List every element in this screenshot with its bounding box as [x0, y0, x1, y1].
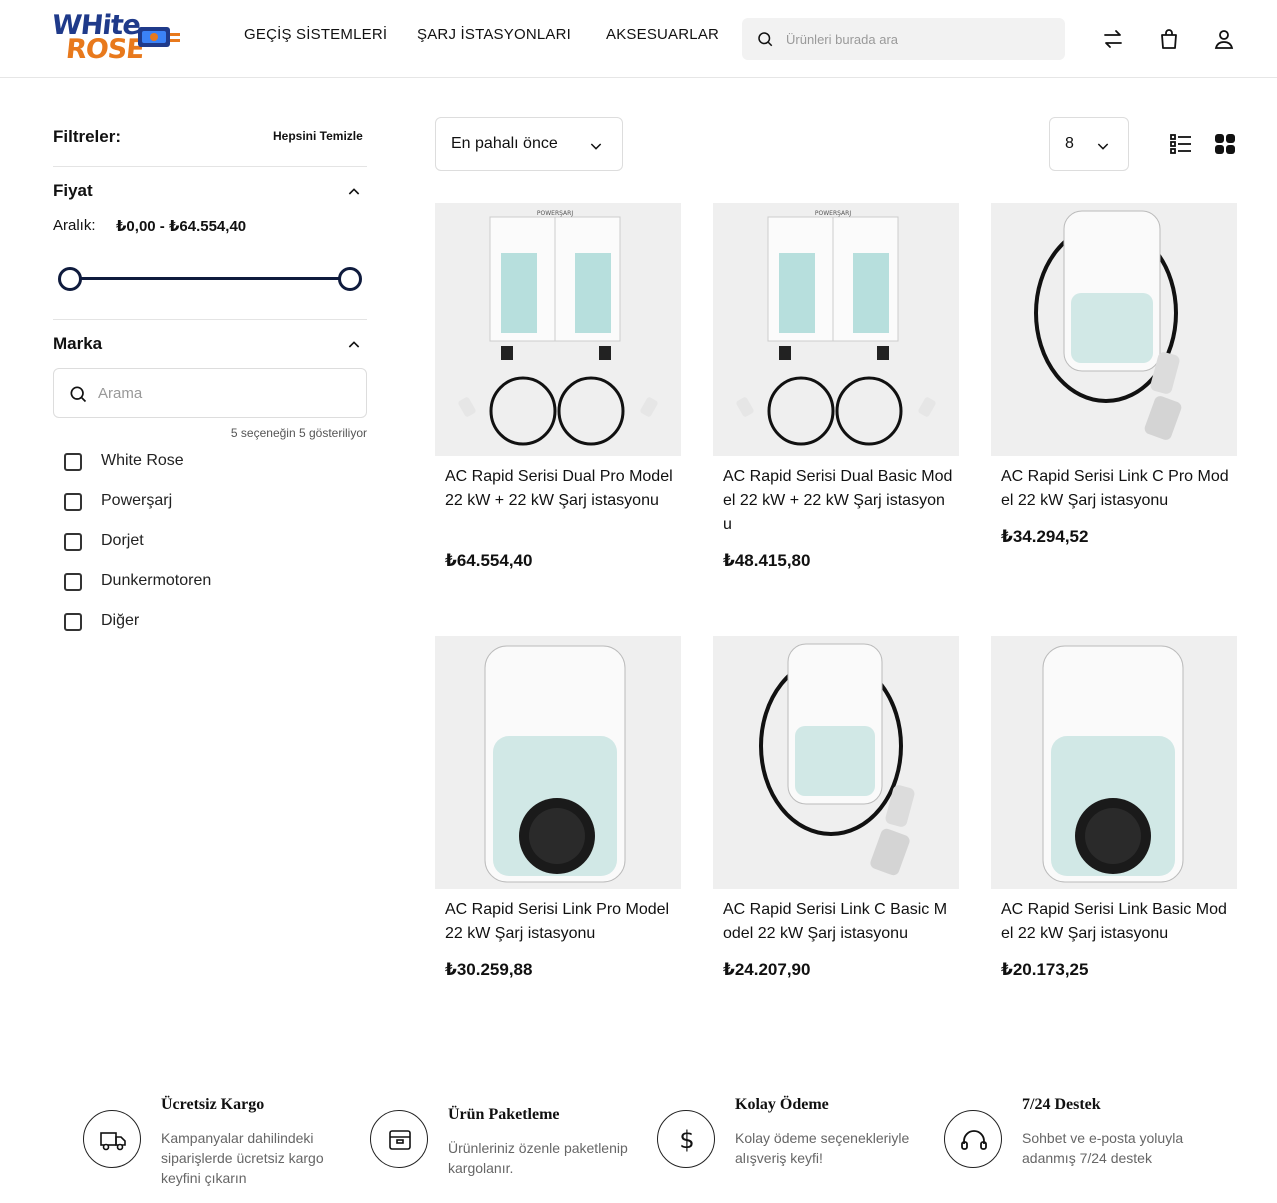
chevron-up-icon[interactable] [346, 184, 362, 200]
svg-text:POWERŞARJ: POWERŞARJ [815, 210, 851, 217]
price-slider-min-handle[interactable] [58, 267, 82, 291]
product-name[interactable]: AC Rapid Serisi Link C Pro Model 22 kW Ş… [1001, 465, 1231, 513]
product-price: ₺34.294,52 [1001, 527, 1089, 546]
feature-easy-payment: $ Kolay Ödeme Kolay ödeme seçenekleriyle… [657, 1096, 937, 1196]
feature-icon-circle [944, 1110, 1002, 1168]
checkbox[interactable] [64, 533, 82, 551]
package-icon [389, 1130, 411, 1150]
feature-free-shipping: Ücretsiz Kargo Kampanyalar dahilindeki s… [83, 1096, 363, 1196]
product-image[interactable]: POWERŞARJ [713, 203, 959, 456]
feature-support: 7/24 Destek Sohbet ve e-posta yoluyla ad… [944, 1096, 1224, 1196]
brand-options-count: 5 seçeneğin 5 gösteriliyor [230, 426, 367, 440]
svg-text:POWERŞARJ: POWERŞARJ [537, 210, 573, 217]
shopping-bag-icon[interactable] [1157, 27, 1181, 51]
product-name[interactable]: AC Rapid Serisi Dual Basic Model 22 kW +… [723, 465, 953, 537]
compare-arrows-icon[interactable] [1101, 27, 1125, 51]
feature-description: Kampanyalar dahilindeki siparişlerde ücr… [161, 1130, 324, 1186]
product-image[interactable] [991, 203, 1237, 456]
product-image[interactable]: POWERŞARJ [435, 203, 681, 456]
checkbox[interactable] [64, 453, 82, 471]
product-price: ₺24.207,90 [723, 960, 811, 979]
clear-all-link[interactable]: Hepsini Temizle [273, 129, 363, 143]
brand-filter-title: Marka [53, 334, 103, 353]
per-page-select[interactable]: 8 [1049, 117, 1129, 171]
cable-charger-image [759, 643, 915, 876]
feature-title: Ürün Paketleme [448, 1106, 560, 1123]
list-view-icon[interactable] [1169, 132, 1193, 156]
product-price: ₺20.173,25 [1001, 960, 1089, 979]
product-price: ₺48.415,80 [723, 551, 811, 570]
feature-description: Ürünleriniz özenle paketlenip kargolanır… [448, 1140, 628, 1176]
svg-text:$: $ [679, 1126, 694, 1154]
search-input[interactable] [786, 18, 1056, 60]
brand-search-input[interactable] [98, 369, 358, 417]
product-name[interactable]: AC Rapid Serisi Link Basic Model 22 kW Ş… [1001, 898, 1231, 946]
chevron-down-icon [1097, 143, 1109, 150]
checkbox[interactable] [64, 493, 82, 511]
divider [53, 166, 367, 167]
search-icon [758, 32, 773, 47]
site-header: WHite ROSE GEÇİŞ SİSTEMLERİ ŞARJ İSTASYO… [0, 0, 1277, 78]
sort-select-value: En pahalı önce [451, 135, 558, 152]
feature-title: 7/24 Destek [1022, 1096, 1101, 1113]
nav-gecis-sistemleri[interactable]: GEÇİŞ SİSTEMLERİ [244, 26, 387, 43]
product-price: ₺30.259,88 [445, 960, 533, 979]
nav-sarj-istasyonlari[interactable]: ŞARJ İSTASYONLARI [417, 26, 571, 43]
brand-logo[interactable]: WHite ROSE [50, 10, 186, 66]
brand-search [53, 368, 367, 418]
product-name[interactable]: AC Rapid Serisi Link Pro Model 22 kW Şar… [445, 898, 675, 946]
nav-aksesuarlar[interactable]: AKSESUARLAR [606, 26, 719, 43]
cable-charger-image [1034, 210, 1182, 440]
feature-title: Kolay Ödeme [735, 1096, 829, 1113]
product-name[interactable]: AC Rapid Serisi Dual Pro Model 22 kW + 2… [445, 465, 675, 513]
product-image[interactable] [435, 636, 681, 889]
socket-charger-image [1042, 645, 1184, 883]
price-slider-track[interactable] [70, 277, 350, 280]
brand-option-label: Diğer [101, 612, 140, 629]
price-range-value: ₺0,00 - ₺64.554,40 [116, 218, 247, 235]
product-image[interactable] [991, 636, 1237, 889]
truck-icon [100, 1132, 126, 1151]
headset-icon [961, 1130, 987, 1150]
feature-icon-circle [370, 1110, 428, 1168]
brand-option-label: Powerşarj [101, 492, 173, 509]
price-range-label: Aralık: [53, 217, 96, 234]
grid-view-icon[interactable] [1213, 132, 1237, 156]
filters-title: Filtreler: [53, 127, 122, 146]
price-filter-title: Fiyat [53, 181, 93, 200]
checkbox[interactable] [64, 573, 82, 591]
product-image[interactable] [713, 636, 959, 889]
search-icon [70, 386, 87, 403]
product-search [742, 18, 1065, 60]
feature-description: Kolay ödeme seçenekleriyle alışveriş key… [735, 1130, 910, 1166]
product-price: ₺64.554,40 [445, 551, 533, 570]
user-icon[interactable] [1212, 27, 1236, 51]
brand-option-label: White Rose [101, 452, 184, 469]
brand-option-label: Dorjet [101, 532, 144, 549]
feature-title: Ücretsiz Kargo [161, 1096, 265, 1113]
feature-icon-circle: $ [657, 1110, 715, 1168]
chevron-down-icon [590, 143, 602, 150]
sort-select[interactable]: En pahalı önce [435, 117, 623, 171]
dual-charger-image: POWERŞARJ [458, 210, 658, 446]
dual-charger-image: POWERŞARJ [736, 210, 936, 446]
feature-icon-circle [83, 1110, 141, 1168]
brand-option-label: Dunkermotoren [101, 572, 212, 589]
logo-text-bottom: ROSE [64, 34, 146, 65]
price-slider-max-handle[interactable] [338, 267, 362, 291]
product-name[interactable]: AC Rapid Serisi Link C Basic Model 22 kW… [723, 898, 953, 946]
feature-packaging: Ürün Paketleme Ürünleriniz özenle paketl… [370, 1106, 650, 1203]
per-page-value: 8 [1065, 135, 1074, 152]
checkbox[interactable] [64, 613, 82, 631]
plug-icon [138, 27, 180, 47]
chevron-up-icon[interactable] [346, 337, 362, 353]
dollar-icon: $ [679, 1126, 694, 1154]
feature-description: Sohbet ve e-posta yoluyla adanmış 7/24 d… [1022, 1130, 1184, 1166]
divider [53, 319, 367, 320]
socket-charger-image [484, 645, 626, 883]
